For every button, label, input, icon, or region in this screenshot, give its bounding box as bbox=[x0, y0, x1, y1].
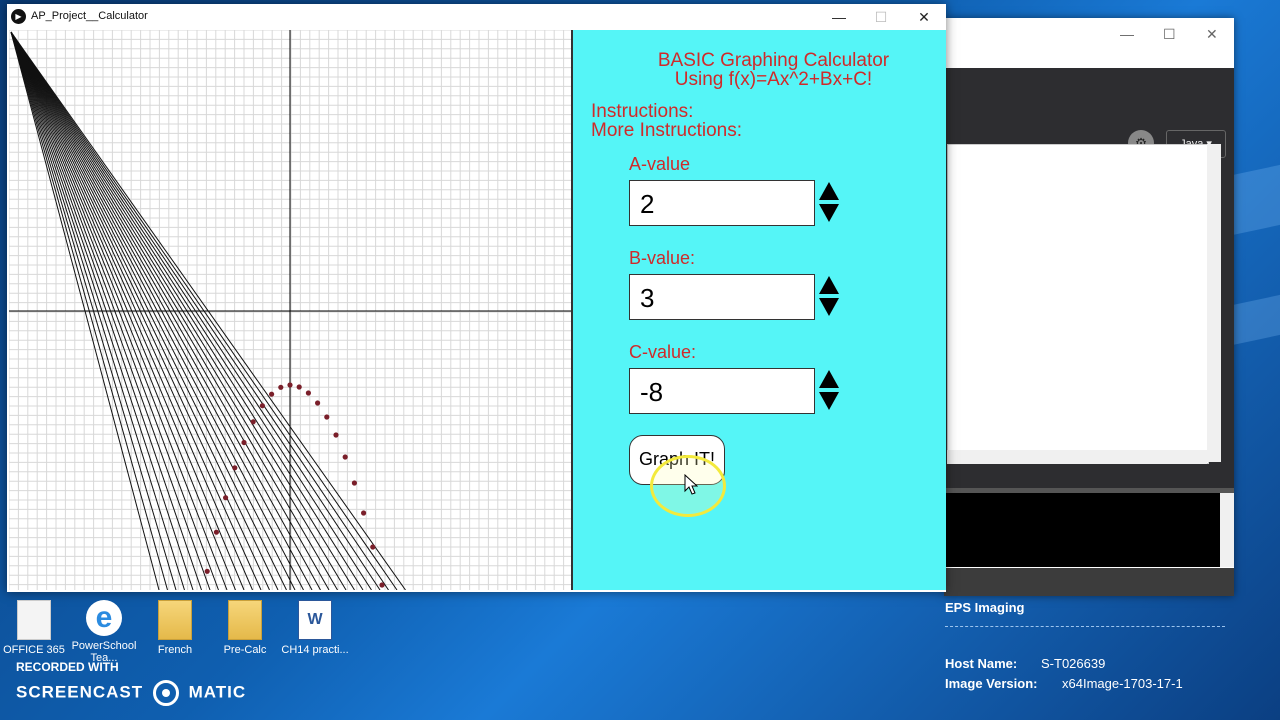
increment-arrow-icon[interactable] bbox=[819, 276, 839, 294]
recorded-with-label: RECORDED WITH bbox=[16, 660, 119, 674]
c-value-label: C-value: bbox=[629, 342, 697, 362]
folder-icon bbox=[228, 600, 262, 640]
ide-footer bbox=[944, 568, 1234, 596]
desktop-icon-label: OFFICE 365 bbox=[3, 644, 65, 656]
plotted-point bbox=[269, 391, 275, 397]
increment-arrow-icon[interactable] bbox=[819, 370, 839, 388]
desktop-icon-label: Pre-Calc bbox=[223, 644, 267, 656]
b-value-label: B-value: bbox=[629, 248, 696, 268]
window-titlebar[interactable]: ▶ AP_Project__Calculator — ☐ ✕ bbox=[7, 4, 946, 30]
desktop-icon-powerschool[interactable]: e PowerSchool Tea... bbox=[70, 600, 138, 664]
plotted-point bbox=[342, 454, 348, 460]
internet-explorer-icon: e bbox=[86, 600, 122, 636]
console-scrollbar[interactable] bbox=[1220, 493, 1234, 567]
plotted-point bbox=[315, 400, 321, 406]
background-window[interactable]: — ☐ ✕ ⚙ Java ▾ bbox=[944, 18, 1234, 596]
plotted-point bbox=[333, 432, 339, 438]
background-window-titlebar[interactable]: — ☐ ✕ bbox=[944, 18, 1234, 52]
app-icon: ▶ bbox=[11, 9, 26, 24]
host-name-label: Host Name: bbox=[945, 656, 1018, 671]
increment-arrow-icon[interactable] bbox=[819, 182, 839, 200]
folder-icon bbox=[158, 600, 192, 640]
plotted-point bbox=[324, 414, 330, 420]
decrement-arrow-icon[interactable] bbox=[819, 204, 839, 222]
decrement-arrow-icon[interactable] bbox=[819, 392, 839, 410]
plotted-point bbox=[361, 510, 367, 516]
c-value-field[interactable]: -8 bbox=[629, 368, 815, 414]
code-editor[interactable] bbox=[947, 144, 1209, 464]
graph-canvas[interactable] bbox=[9, 30, 571, 590]
controls-panel: BASIC Graphing Calculator Using f(x)=Ax^… bbox=[571, 30, 946, 590]
more-instructions-label: More Instructions: bbox=[591, 120, 742, 141]
plotted-point bbox=[259, 403, 265, 409]
a-value-field[interactable]: 2 bbox=[629, 180, 815, 226]
editor-vertical-scrollbar[interactable] bbox=[1207, 144, 1221, 462]
info-divider bbox=[945, 626, 1225, 627]
a-value-spinner[interactable] bbox=[819, 182, 841, 222]
plotted-point bbox=[305, 390, 311, 396]
maximize-button[interactable]: ☐ bbox=[1163, 26, 1176, 43]
desktop-icon-label: CH14 practi... bbox=[281, 644, 349, 656]
graph-plot bbox=[9, 30, 571, 590]
c-value-spinner[interactable] bbox=[819, 370, 841, 410]
plotted-point bbox=[370, 544, 376, 550]
plotted-point bbox=[351, 480, 357, 486]
plotted-point bbox=[241, 439, 247, 446]
plotted-point bbox=[213, 529, 219, 535]
close-button[interactable]: ✕ bbox=[902, 4, 946, 30]
plotted-point bbox=[204, 568, 210, 574]
word-document-icon: W bbox=[298, 600, 332, 640]
plotted-point bbox=[223, 495, 229, 501]
desktop-icon-office365[interactable]: OFFICE 365 bbox=[0, 600, 68, 656]
calculator-subtitle: Using f(x)=Ax^2+Bx+C! bbox=[674, 69, 873, 90]
b-value-spinner[interactable] bbox=[819, 276, 841, 316]
maximize-button[interactable]: ☐ bbox=[859, 4, 903, 30]
window-title: AP_Project__Calculator bbox=[31, 10, 148, 22]
image-version-label: Image Version: bbox=[945, 676, 1038, 691]
minimize-button[interactable]: — bbox=[817, 4, 861, 30]
a-value-label: A-value bbox=[629, 154, 691, 174]
info-title: EPS Imaging bbox=[945, 600, 1025, 615]
plotted-point bbox=[287, 382, 293, 388]
host-name-value: S-T026639 bbox=[1041, 656, 1106, 671]
plotted-point bbox=[379, 582, 385, 588]
calculator-window[interactable]: ▶ AP_Project__Calculator — ☐ ✕ BASIC Gra… bbox=[7, 4, 946, 592]
minimize-button[interactable]: — bbox=[1120, 26, 1134, 42]
screencast-logo: SCREENCAST MATIC bbox=[16, 680, 246, 706]
plotted-point bbox=[232, 465, 238, 471]
plotted-point bbox=[250, 419, 256, 425]
editor-horizontal-scrollbar[interactable] bbox=[947, 450, 1207, 464]
mouse-pointer-icon bbox=[684, 474, 698, 495]
desktop-icon-label: French bbox=[157, 644, 193, 656]
desktop-icon-ch14[interactable]: W CH14 practi... bbox=[281, 600, 349, 656]
console-output[interactable] bbox=[944, 493, 1220, 567]
decrement-arrow-icon[interactable] bbox=[819, 298, 839, 316]
b-value-field[interactable]: 3 bbox=[629, 274, 815, 320]
desktop-icon-pre-calc[interactable]: Pre-Calc bbox=[211, 600, 279, 656]
plotted-point bbox=[278, 384, 284, 390]
image-version-value: x64Image-1703-17-1 bbox=[1062, 676, 1183, 691]
close-button[interactable]: ✕ bbox=[1206, 26, 1218, 43]
document-icon bbox=[17, 600, 51, 640]
screencast-logo-left: SCREENCAST bbox=[16, 682, 144, 702]
record-icon bbox=[152, 680, 179, 706]
plotted-point bbox=[296, 384, 302, 390]
screencast-logo-right: MATIC bbox=[188, 682, 247, 702]
desktop-icon-french[interactable]: French bbox=[141, 600, 209, 656]
